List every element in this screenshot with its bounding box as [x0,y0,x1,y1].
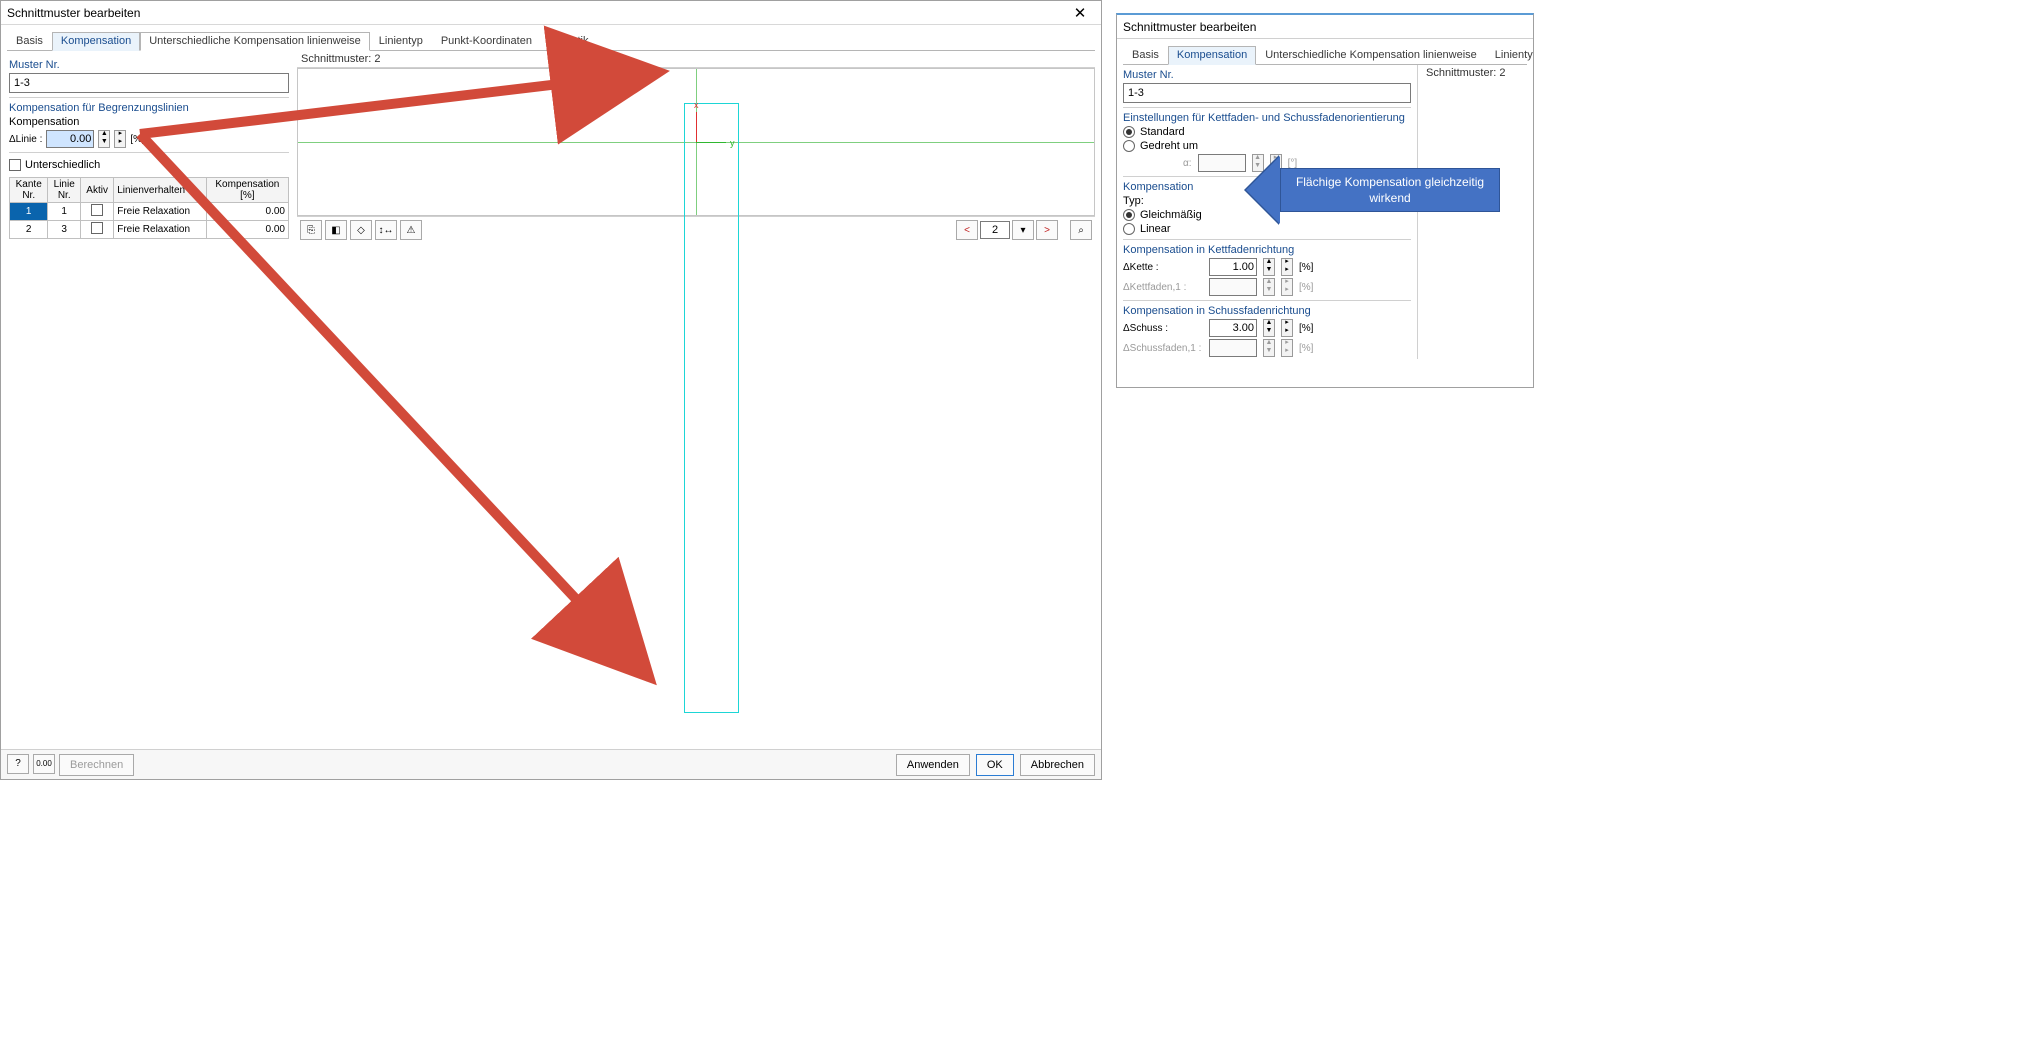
th-aktiv: Aktiv [81,178,114,203]
left-panel: Muster Nr. Kompensation für Begrenzungsl… [7,51,291,243]
tool-warning-icon[interactable]: ⚠ [400,220,422,240]
delta-schuss-label: ΔSchuss : [1123,323,1203,334]
delta-kette-label: ΔKette : [1123,262,1203,273]
spin-buttons: ▲▼ [1263,278,1275,296]
nav-index-input[interactable] [980,221,1010,239]
kompensation-label: Kompensation [9,116,289,128]
th-linie: LinieNr. [48,178,81,203]
viewport[interactable]: x y [297,68,1095,216]
anwenden-button[interactable]: Anwenden [896,754,970,776]
radio-standard[interactable] [1123,126,1135,138]
spin-step-arrows: ▸▸ [1281,278,1293,296]
muster-nr-input[interactable] [9,73,289,93]
table-row[interactable]: 2 3 Freie Relaxation 0.00 [10,221,289,239]
viewport-header: Schnittmuster: 2 [297,51,1095,68]
muster-nr-label: Muster Nr. [9,59,289,71]
delta-schuss-input[interactable] [1209,319,1257,337]
unterschiedlich-checkbox[interactable] [9,159,21,171]
callout-annotation: Flächige Kompensation gleichzeitig wirke… [1280,150,1500,230]
radio-linear[interactable] [1123,223,1135,235]
delta-kettfaden1-label: ΔKettfaden,1 : [1123,282,1203,293]
group-boundary-label: Kompensation für Begrenzungslinien [9,102,289,114]
tool-axes-icon[interactable]: ↕↔ [375,220,397,240]
nav-next-button[interactable]: > [1036,220,1058,240]
th-verhalten: Linienverhalten [114,178,207,203]
tab-linientyp[interactable]: Linientyp [370,32,432,50]
spin-step-arrows[interactable]: ▸▸ [1281,319,1293,337]
spin-step-arrows[interactable]: ▸▸ [114,130,126,148]
alpha-input [1198,154,1246,172]
titlebar: Schnittmuster bearbeiten [1117,15,1533,39]
abbrechen-button[interactable]: Abbrechen [1020,754,1095,776]
spin-buttons[interactable]: ▲▼ [1263,258,1275,276]
spin-step-arrows: ▸▸ [1281,339,1293,357]
tab-basis[interactable]: Basis [1123,46,1168,64]
nav-prev-button[interactable]: < [956,220,978,240]
muster-nr-input[interactable] [1123,83,1411,103]
spin-step-arrows[interactable]: ▸▸ [1281,258,1293,276]
dialog-title: Schnittmuster bearbeiten [7,6,140,20]
dialog-edit-cutpattern-1: Schnittmuster bearbeiten ✕ Basis Kompens… [0,0,1102,780]
unterschiedlich-label: Unterschiedlich [25,159,100,171]
th-komp: Kompensation[%] [206,178,288,203]
tab-linewise-compensation[interactable]: Unterschiedliche Kompensation linienweis… [140,32,370,51]
muster-nr-label: Muster Nr. [1123,69,1411,81]
delta-line-label: ΔLinie : [9,134,42,145]
th-kante: KanteNr. [10,178,48,203]
delta-schussfaden1-input [1209,339,1257,357]
dialog-title: Schnittmuster bearbeiten [1123,20,1256,34]
berechnen-button[interactable]: Berechnen [59,754,134,776]
zoom-fit-icon[interactable]: ⌕ [1070,220,1092,240]
unit-pct: [%] [130,134,144,145]
tab-linewise-compensation[interactable]: Unterschiedliche Kompensation linienweis… [1256,46,1486,64]
tabs: Basis Kompensation Unterschiedliche Komp… [1123,43,1527,65]
group-kettfaden-label: Kompensation in Kettfadenrichtung [1123,244,1411,256]
nav-dropdown-button[interactable]: ▾ [1012,220,1034,240]
alpha-label: α: [1183,158,1192,169]
ok-button[interactable]: OK [976,754,1014,776]
group-orientation-label: Einstellungen für Kettfaden- und Schussf… [1123,112,1411,124]
callout-text: Flächige Kompensation gleichzeitig wirke… [1290,174,1490,206]
tab-kompensation[interactable]: Kompensation [1168,46,1256,65]
tool-copy-icon[interactable]: ⎘ [300,220,322,240]
table-row[interactable]: 1 1 Freie Relaxation 0.00 [10,203,289,221]
help-icon[interactable]: ? [7,754,29,774]
precision-icon[interactable]: 0.00 [33,754,55,774]
dialog-footer: ? 0.00 Berechnen Anwenden OK Abbrechen [1,749,1101,779]
spin-buttons[interactable]: ▲▼ [98,130,110,148]
tab-basis[interactable]: Basis [7,32,52,50]
tabs: Basis Kompensation Unterschiedliche Komp… [7,29,1095,51]
spin-buttons[interactable]: ▲▼ [1263,319,1275,337]
delta-kette-input[interactable] [1209,258,1257,276]
group-schussfaden-label: Kompensation in Schussfadenrichtung [1123,305,1411,317]
radio-gleichmaessig[interactable] [1123,209,1135,221]
close-icon[interactable]: ✕ [1065,3,1095,23]
viewport-header-2: Schnittmuster: 2 [1422,65,1527,81]
tab-kompensation[interactable]: Kompensation [52,32,140,51]
delta-line-input[interactable] [46,130,94,148]
compensation-table: KanteNr. LinieNr. Aktiv Linienverhalten … [9,177,289,239]
viewport-panel: Schnittmuster: 2 x y ⎘ ◧ [297,51,1095,243]
delta-schussfaden1-label: ΔSchussfaden,1 : [1123,343,1203,354]
cutpattern-shape [684,103,739,713]
tool-layers-icon[interactable]: ◧ [325,220,347,240]
tab-linientyp[interactable]: Linientyp [1486,46,1533,64]
tool-tag-icon[interactable]: ◇ [350,220,372,240]
tab-statistik[interactable]: Statistik [541,32,598,50]
delta-kettfaden1-input [1209,278,1257,296]
tab-punkt-koordinaten[interactable]: Punkt-Koordinaten [432,32,541,50]
titlebar: Schnittmuster bearbeiten ✕ [1,1,1101,25]
radio-gedreht[interactable] [1123,140,1135,152]
spin-buttons: ▲▼ [1263,339,1275,357]
